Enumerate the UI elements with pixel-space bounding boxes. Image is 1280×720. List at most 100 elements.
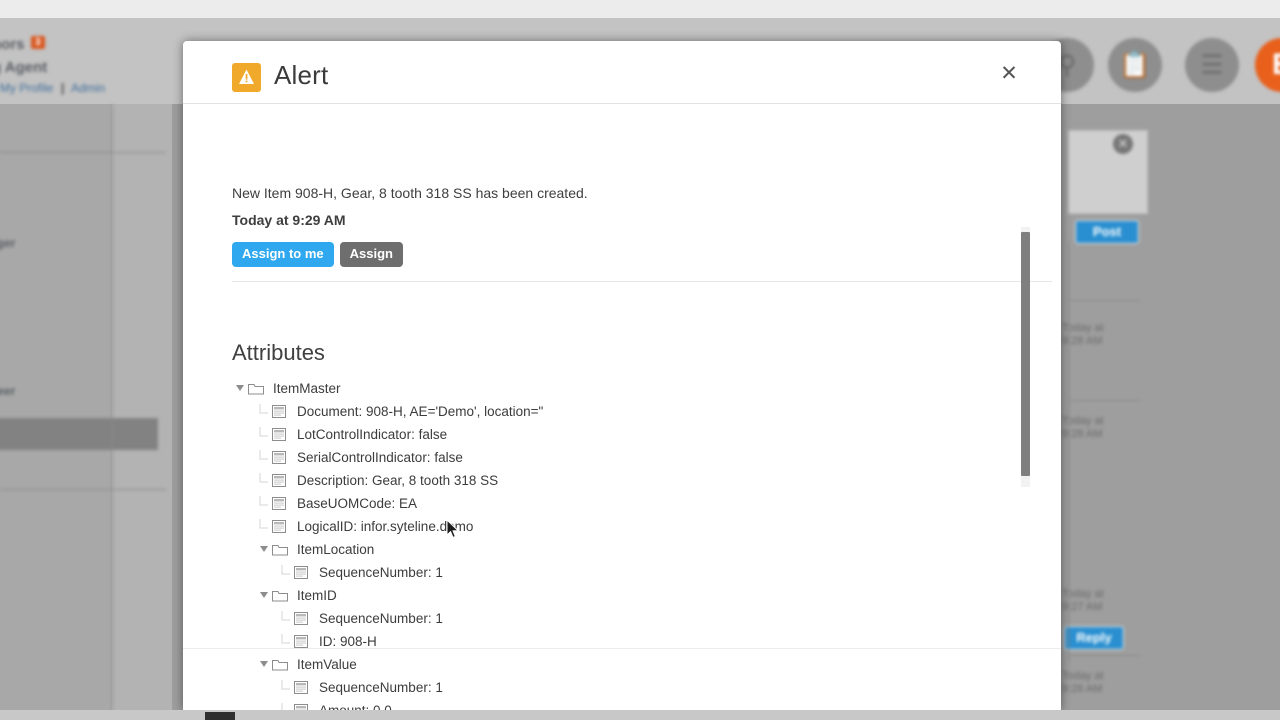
tree-attribute-node[interactable]: Amount: 0.0: [232, 699, 992, 710]
tree-attribute-node[interactable]: SequenceNumber: 1: [232, 561, 992, 584]
tree-guide: [256, 518, 272, 535]
close-icon[interactable]: ✕: [995, 60, 1023, 88]
tree-guide: [256, 403, 272, 420]
document-icon: [294, 680, 312, 695]
tree-attribute-node[interactable]: LogicalID: infor.syteline.demo: [232, 515, 992, 538]
admin-link[interactable]: Admin: [71, 81, 105, 95]
tree-attribute-node[interactable]: SerialControlIndicator: false: [232, 446, 992, 469]
app-left-secondary-column: [112, 104, 172, 720]
assign-button[interactable]: Assign: [339, 242, 403, 267]
tree-guide: [278, 564, 294, 581]
tree-node-label: LogicalID: infor.syteline.demo: [297, 518, 474, 534]
tree-guide: [256, 495, 272, 512]
dialog-body: New Item 908-H, Gear, 8 tooth 318 SS has…: [183, 104, 1061, 710]
feed-compose-card[interactable]: [1068, 130, 1148, 214]
chevron-down-icon[interactable]: [256, 591, 272, 600]
reply-button[interactable]: Reply: [1064, 626, 1124, 650]
tree-node-label: ItemLocation: [297, 541, 375, 557]
dialog-footer-divider: [183, 648, 1061, 649]
document-icon: [272, 404, 290, 419]
header-separator: |: [61, 81, 65, 95]
clipboard-check-icon-button[interactable]: 📋: [1108, 38, 1162, 92]
tree-node-label: ItemMaster: [273, 380, 341, 396]
left-column-divider: [112, 104, 113, 720]
chevron-down-icon[interactable]: [232, 384, 248, 393]
tree-attribute-node[interactable]: Document: 908-H, AE='Demo', location=": [232, 400, 992, 423]
tree-node-label: ItemValue: [297, 656, 357, 672]
tree-attribute-node[interactable]: Description: Gear, 8 tooth 318 SS: [232, 469, 992, 492]
document-icon: [272, 496, 290, 511]
clipboard-check-icon: 📋: [1118, 49, 1152, 80]
notifications-label[interactable]: nors: [0, 36, 25, 53]
left-divider-1: [0, 152, 166, 153]
agent-label: g Agent: [0, 59, 48, 76]
tree-folder-node[interactable]: ItemID: [232, 584, 992, 607]
tree-folder-node[interactable]: ItemLocation: [232, 538, 992, 561]
tree-guide: [256, 449, 272, 466]
list-icon: ☰: [1200, 49, 1224, 80]
chevron-down-icon[interactable]: [256, 545, 272, 554]
tree-guide: [278, 702, 294, 710]
browser-top-strip: [0, 0, 1280, 18]
left-divider-2: [0, 489, 166, 490]
tree-folder-node[interactable]: ItemValue: [232, 653, 992, 676]
my-profile-link[interactable]: My Profile: [0, 81, 53, 95]
tree-attribute-node[interactable]: SequenceNumber: 1: [232, 676, 992, 699]
folder-icon: [272, 658, 290, 672]
folder-icon: [272, 543, 290, 557]
feed-divider-1: [1068, 300, 1140, 301]
list-icon-button[interactable]: ☰: [1185, 38, 1239, 92]
attributes-tree[interactable]: ItemMaster Document: 908-H, AE='Demo', lo…: [232, 377, 992, 710]
document-icon: [272, 473, 290, 488]
document-icon: [272, 450, 290, 465]
left-role-label-2: neer: [0, 384, 16, 398]
tree-attribute-node[interactable]: SequenceNumber: 1: [232, 607, 992, 630]
tree-node-label: ItemID: [297, 587, 337, 603]
assign-to-me-button[interactable]: Assign to me: [232, 242, 334, 267]
tree-guide: [256, 426, 272, 443]
tree-node-label: ID: 908-H: [319, 633, 377, 649]
feed-divider-2: [1068, 400, 1140, 401]
tree-attribute-node[interactable]: LotControlIndicator: false: [232, 423, 992, 446]
alert-message: New Item 908-H, Gear, 8 tooth 318 SS has…: [232, 185, 588, 201]
document-icon: [294, 565, 312, 580]
tree-attribute-node[interactable]: ID: 908-H: [232, 630, 992, 653]
left-selected-row[interactable]: [0, 418, 158, 450]
tree-node-label: LotControlIndicator: false: [297, 426, 448, 442]
dialog-title: Alert: [274, 60, 329, 90]
folder-icon: [248, 382, 266, 396]
tree-node-label: SerialControlIndicator: false: [297, 449, 463, 465]
bottom-chrome: [0, 710, 1280, 720]
tree-folder-node[interactable]: ItemMaster: [232, 377, 992, 400]
feed-timestamp-4: Today at 9:26 AM: [1062, 670, 1104, 695]
post-button[interactable]: Post: [1075, 220, 1139, 244]
chevron-down-icon[interactable]: [256, 660, 272, 669]
document-icon: [294, 634, 312, 649]
feed-thread-line: [1068, 242, 1069, 662]
close-icon[interactable]: ✕: [1113, 134, 1133, 154]
alert-dialog: Alert ✕ New Item 908-H, Gear, 8 tooth 31…: [183, 41, 1061, 710]
warning-triangle-icon: [232, 63, 261, 92]
tree-guide: [278, 679, 294, 696]
bottom-taskbar-item[interactable]: [205, 712, 235, 720]
section-divider: [232, 281, 1052, 282]
document-icon: [272, 519, 290, 534]
tree-node-label: SequenceNumber: 1: [319, 679, 443, 695]
document-icon: [294, 611, 312, 626]
folder-icon: [272, 589, 290, 603]
dialog-header: Alert ✕: [183, 41, 1061, 104]
attributes-heading: Attributes: [232, 340, 325, 365]
notifications-badge: 3: [31, 36, 45, 49]
tree-node-label: Document: 908-H, AE='Demo', location=": [297, 403, 544, 419]
alert-timestamp: Today at 9:29 AM: [232, 212, 346, 228]
feed-divider-3: [1068, 655, 1140, 656]
tree-attribute-node[interactable]: BaseUOMCode: EA: [232, 492, 992, 515]
attributes-scrollbar-thumb[interactable]: [1021, 232, 1030, 476]
action-button-row: Assign to me Assign: [232, 242, 403, 267]
document-icon: [272, 427, 290, 442]
tree-node-label: BaseUOMCode: EA: [297, 495, 418, 511]
screen: nors 3 g Agent My Profile | Admin ⚲ 📋 ☰ …: [0, 0, 1280, 720]
tree-guide: [278, 610, 294, 627]
tree-node-label: Description: Gear, 8 tooth 318 SS: [297, 472, 499, 488]
left-role-label-1: ager: [0, 236, 16, 250]
